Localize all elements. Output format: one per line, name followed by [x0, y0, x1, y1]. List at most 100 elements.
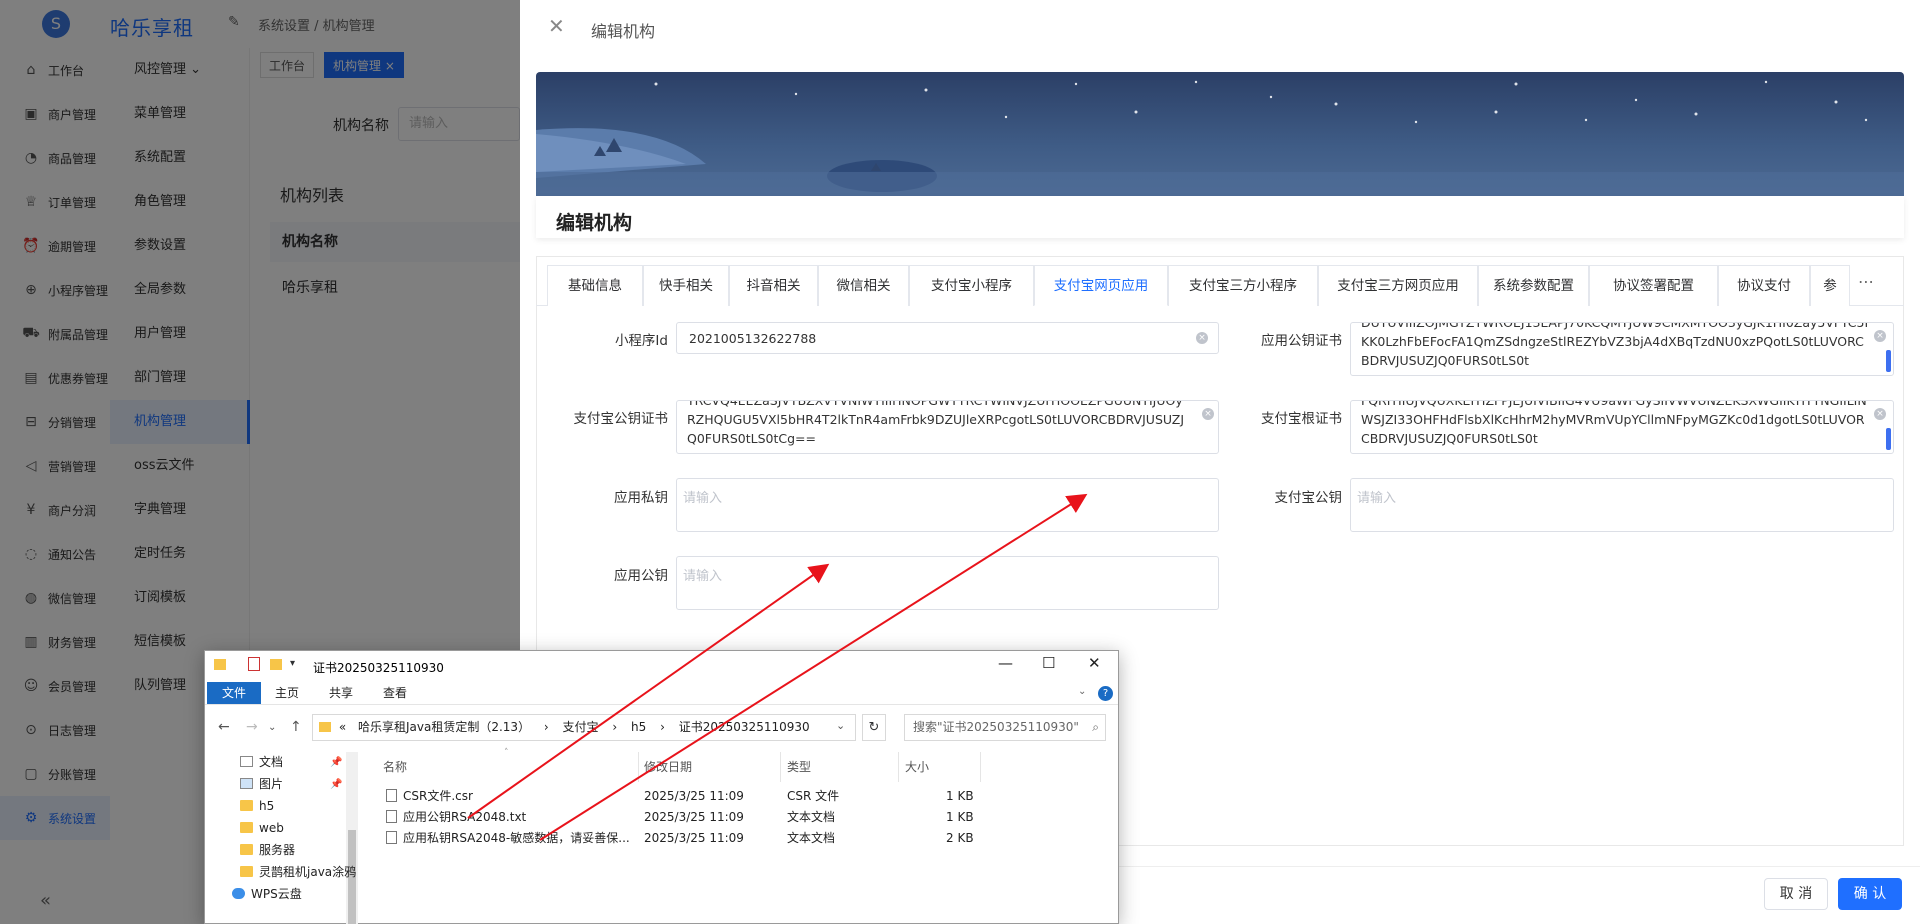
clear-icon[interactable]: × — [1874, 330, 1886, 342]
confirm-button[interactable]: 确 认 — [1838, 878, 1902, 910]
tab-5[interactable]: 支付宝网页应用 — [1034, 265, 1168, 306]
new-folder-icon[interactable] — [270, 659, 282, 670]
alipay-root-cert-textarea[interactable]: FQRITIIUJVQUXKEITIZFPJEJUIVIBIIG4VU9aWFG… — [1350, 400, 1894, 454]
addr-separator: › — [543, 720, 549, 734]
file-size: 1 KB — [946, 789, 974, 803]
file-date: 2025/3/25 11:09 — [644, 789, 744, 803]
tab-9[interactable]: 协议签署配置 — [1589, 265, 1718, 306]
clear-icon[interactable]: × — [1196, 332, 1208, 344]
app-public-key-textarea[interactable]: 请输入 — [676, 556, 1219, 610]
tab-7[interactable]: 支付宝三方网页应用 — [1318, 265, 1478, 306]
tree-item[interactable]: 文档 — [240, 752, 283, 772]
refresh-icon[interactable]: ↻ — [862, 714, 886, 741]
col-divider[interactable] — [780, 752, 781, 782]
tree-item[interactable]: web — [240, 818, 284, 838]
ribbon-tab-view[interactable]: 查看 — [380, 682, 410, 704]
tree-item[interactable]: 灵鹊租机java涂鸦 — [240, 862, 356, 882]
addr-segment[interactable]: 证书20250325110930 — [679, 720, 810, 734]
ribbon-tab-share[interactable]: 共享 — [326, 682, 356, 704]
file-type: 文本文档 — [787, 831, 836, 845]
tab-3[interactable]: 微信相关 — [818, 265, 909, 306]
col-name[interactable]: 名称 — [383, 758, 407, 775]
minimize-icon[interactable]: — — [998, 654, 1013, 672]
quick-access-dropdown-icon[interactable]: ▾ — [290, 658, 295, 669]
explorer-title: 证书20250325110930 — [313, 661, 444, 675]
file-name[interactable]: CSR文件.csr — [386, 786, 473, 806]
file-type: 文本文档 — [787, 810, 836, 824]
clear-icon[interactable]: × — [1874, 408, 1886, 420]
tab-2[interactable]: 抖音相关 — [729, 265, 818, 306]
address-bar[interactable]: « 哈乐享租Java租赁定制（2.13） › 支付宝 › h5 › 证书2025… — [312, 714, 856, 741]
app-private-key-textarea[interactable]: 请输入 — [676, 478, 1219, 532]
tab-0[interactable]: 基础信息 — [547, 265, 643, 306]
up-icon[interactable]: ↑ — [290, 719, 302, 735]
app-pub-cert-textarea[interactable]: DUTUVIIIZOJMGTZTWROEJ13EAPJ70KCQMTJUW9CM… — [1350, 322, 1894, 376]
drawer-title: 编辑机构 — [591, 22, 656, 41]
tree-item[interactable]: 服务器 — [240, 840, 295, 860]
label-miniapp-id: 小程序Id — [614, 333, 668, 349]
file-size: 2 KB — [946, 831, 974, 845]
tab-11[interactable]: 参 — [1810, 265, 1850, 306]
ribbon-tab-file[interactable]: 文件 — [207, 682, 261, 704]
addr-segment[interactable]: h5 — [631, 720, 646, 734]
address-dropdown-icon[interactable]: ⌄ — [836, 719, 845, 732]
tree-item-label: 文档 — [259, 755, 284, 769]
search-icon: ⌕ — [1092, 720, 1099, 734]
tab-10[interactable]: 协议支付 — [1718, 265, 1810, 306]
tree-item[interactable]: h5 — [240, 796, 274, 816]
label-app-public-key: 应用公钥 — [614, 568, 668, 584]
help-icon[interactable]: ? — [1098, 686, 1113, 701]
label-app-private-key: 应用私钥 — [614, 490, 668, 506]
file-name[interactable]: 应用公钥RSA2048.txt — [386, 807, 526, 827]
col-divider[interactable] — [980, 752, 981, 782]
alipay-pub-cert-textarea[interactable]: TRCVQ4EEZaSJVTBZXVTVNIWTIIIHNOPGWYTRCTWI… — [676, 400, 1219, 454]
ribbon-tab-home[interactable]: 主页 — [272, 682, 302, 704]
tab-1[interactable]: 快手相关 — [643, 265, 729, 306]
addr-segment[interactable]: 哈乐享租Java租赁定制（2.13） — [358, 720, 530, 734]
recent-dropdown-icon[interactable]: ⌄ — [268, 722, 276, 733]
col-date[interactable]: 修改日期 — [644, 758, 692, 775]
file-icon — [386, 789, 397, 802]
card-title: 编辑机构 — [556, 212, 633, 234]
close-icon[interactable]: ✕ — [548, 14, 565, 38]
tab-4[interactable]: 支付宝小程序 — [909, 265, 1034, 306]
properties-icon[interactable] — [248, 657, 260, 671]
file-name-text: CSR文件.csr — [403, 789, 473, 803]
close-window-icon[interactable]: ✕ — [1088, 654, 1101, 672]
ribbon-expand-icon[interactable]: ⌄ — [1078, 686, 1086, 697]
search-input[interactable]: 搜索"证书20250325110930" ⌕ — [904, 714, 1106, 741]
sort-indicator-icon: ˄ — [504, 748, 509, 758]
file-name-text: 应用私钥RSA2048-敏感数据，请妥善保... — [403, 831, 630, 845]
col-type[interactable]: 类型 — [787, 758, 811, 775]
miniapp-id-input[interactable]: 2021005132622788 — [676, 322, 1219, 354]
forward-icon[interactable]: → — [246, 719, 258, 735]
more-tabs-icon[interactable]: ⋯ — [1858, 272, 1874, 291]
cancel-button[interactable]: 取 消 — [1764, 878, 1828, 910]
col-size[interactable]: 大小 — [905, 758, 929, 775]
alipay-public-key-textarea[interactable]: 请输入 — [1350, 478, 1894, 532]
tree-item[interactable]: WPS云盘 — [232, 884, 302, 904]
tab-8[interactable]: 系统参数配置 — [1478, 265, 1589, 306]
miniapp-id-value: 2021005132622788 — [689, 331, 817, 346]
col-divider[interactable] — [898, 752, 899, 782]
file-icon — [386, 810, 397, 823]
back-icon[interactable]: ← — [218, 719, 230, 735]
pin-icon: 📌 — [330, 757, 343, 768]
tab-6[interactable]: 支付宝三方小程序 — [1168, 265, 1318, 306]
clear-icon[interactable]: × — [1202, 408, 1214, 420]
label-app-pub-cert: 应用公钥证书 — [1261, 333, 1342, 349]
banner-image — [536, 72, 1904, 196]
maximize-icon[interactable]: ☐ — [1042, 654, 1055, 672]
file-name-text: 应用公钥RSA2048.txt — [403, 810, 527, 824]
textarea-scroll-thumb[interactable] — [1886, 428, 1891, 450]
col-divider[interactable] — [638, 752, 639, 782]
addr-back-chevron[interactable]: « — [339, 720, 346, 734]
search-placeholder: 搜索"证书20250325110930" — [913, 720, 1079, 734]
folder-icon — [240, 800, 253, 811]
file-name[interactable]: 应用私钥RSA2048-敏感数据，请妥善保... — [386, 828, 630, 848]
addr-separator: › — [660, 720, 665, 734]
folder-icon — [319, 722, 331, 732]
tree-item[interactable]: 图片 — [240, 774, 283, 794]
addr-segment[interactable]: 支付宝 — [563, 720, 599, 734]
textarea-scroll-thumb[interactable] — [1886, 350, 1891, 372]
